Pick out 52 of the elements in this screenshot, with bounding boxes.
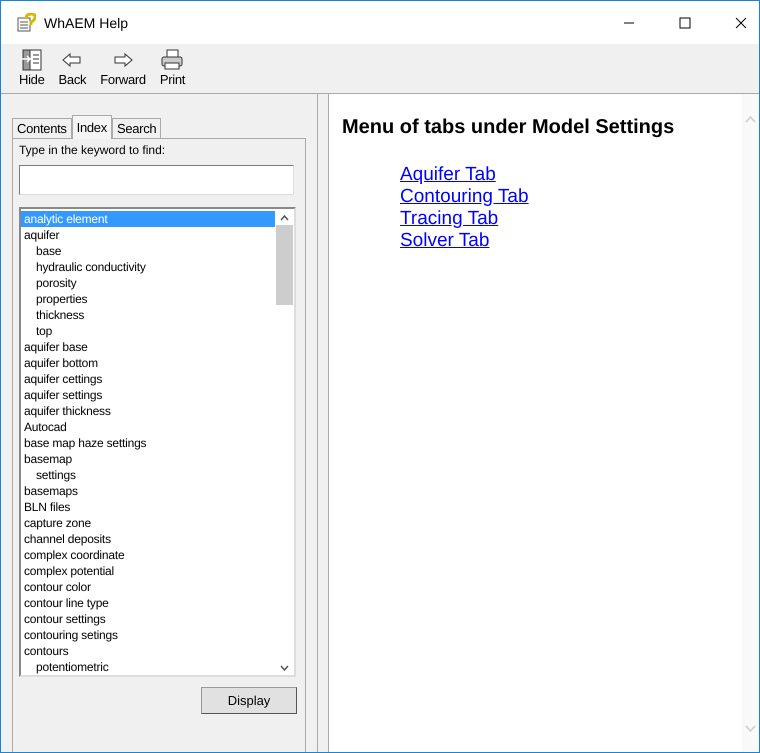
hide-button[interactable]: Hide [13,44,51,87]
topic-link[interactable]: Aquifer Tab [400,164,496,186]
topic-link[interactable]: Tracing Tab [400,208,498,230]
index-entry[interactable]: base map haze settings [21,435,275,451]
index-entry[interactable]: base [21,243,275,259]
tab[interactable]: Index [72,115,112,139]
scroll-thumb[interactable] [276,225,293,305]
scroll-up-icon[interactable] [280,215,289,221]
index-entry[interactable]: contour color [21,579,275,595]
keyword-label: Type in the keyword to find: [19,143,166,159]
page-heading: Menu of tabs under Model Settings [342,116,676,139]
index-entry[interactable]: aquifer [21,227,275,243]
index-entry[interactable]: contour settings [21,611,275,627]
index-entry[interactable]: complex coordinate [21,547,275,563]
tab[interactable]: Search [112,118,162,138]
index-entry[interactable]: capture zone [21,515,275,531]
topic-link[interactable]: Solver Tab [400,230,490,252]
index-entry[interactable]: contour line type [21,595,275,611]
forward-button[interactable]: Forward [94,44,152,87]
index-entry[interactable]: Autocad [21,419,275,435]
index-entry[interactable]: top [21,323,275,339]
index-entry[interactable]: aquifer cettings [21,371,275,387]
index-entry[interactable]: settings [21,467,275,483]
index-entry[interactable]: channel deposits [21,531,275,547]
print-button[interactable]: Print [154,44,192,87]
help-book-icon [16,12,36,32]
index-entry[interactable]: aquifer base [21,339,275,355]
topic-link[interactable]: Contouring Tab [400,186,529,208]
pane-icon [20,48,44,72]
index-entry[interactable]: contours [21,643,275,659]
index-entry[interactable]: thickness [21,307,275,323]
keyword-field[interactable] [19,165,294,195]
index-entry[interactable]: basemaps [21,483,275,499]
printer-icon [160,48,184,72]
index-entry[interactable]: aquifer bottom [21,355,275,371]
maximize-icon[interactable] [679,16,691,28]
scroll-down-icon[interactable] [280,665,289,671]
tab[interactable]: Contents [12,118,72,138]
index-entry[interactable]: BLN files [21,499,275,515]
index-entry[interactable]: properties [21,291,275,307]
index-entry[interactable]: aquifer thickness [21,403,275,419]
display-button[interactable]: Display [201,687,297,714]
back-button[interactable]: Back [52,44,92,87]
index-entry[interactable]: aquifer settings [21,387,275,403]
index-entry[interactable]: hydraulic conductivity [21,259,275,275]
index-entry[interactable]: potentiometric [21,659,275,675]
index-entry[interactable]: complex potential [21,563,275,579]
index-entry[interactable]: basemap [21,451,275,467]
index-entry[interactable]: contouring setings [21,627,275,643]
index-entry[interactable]: porosity [21,275,275,291]
window-title: WhAEM Help [44,14,128,30]
close-icon[interactable] [735,16,747,28]
